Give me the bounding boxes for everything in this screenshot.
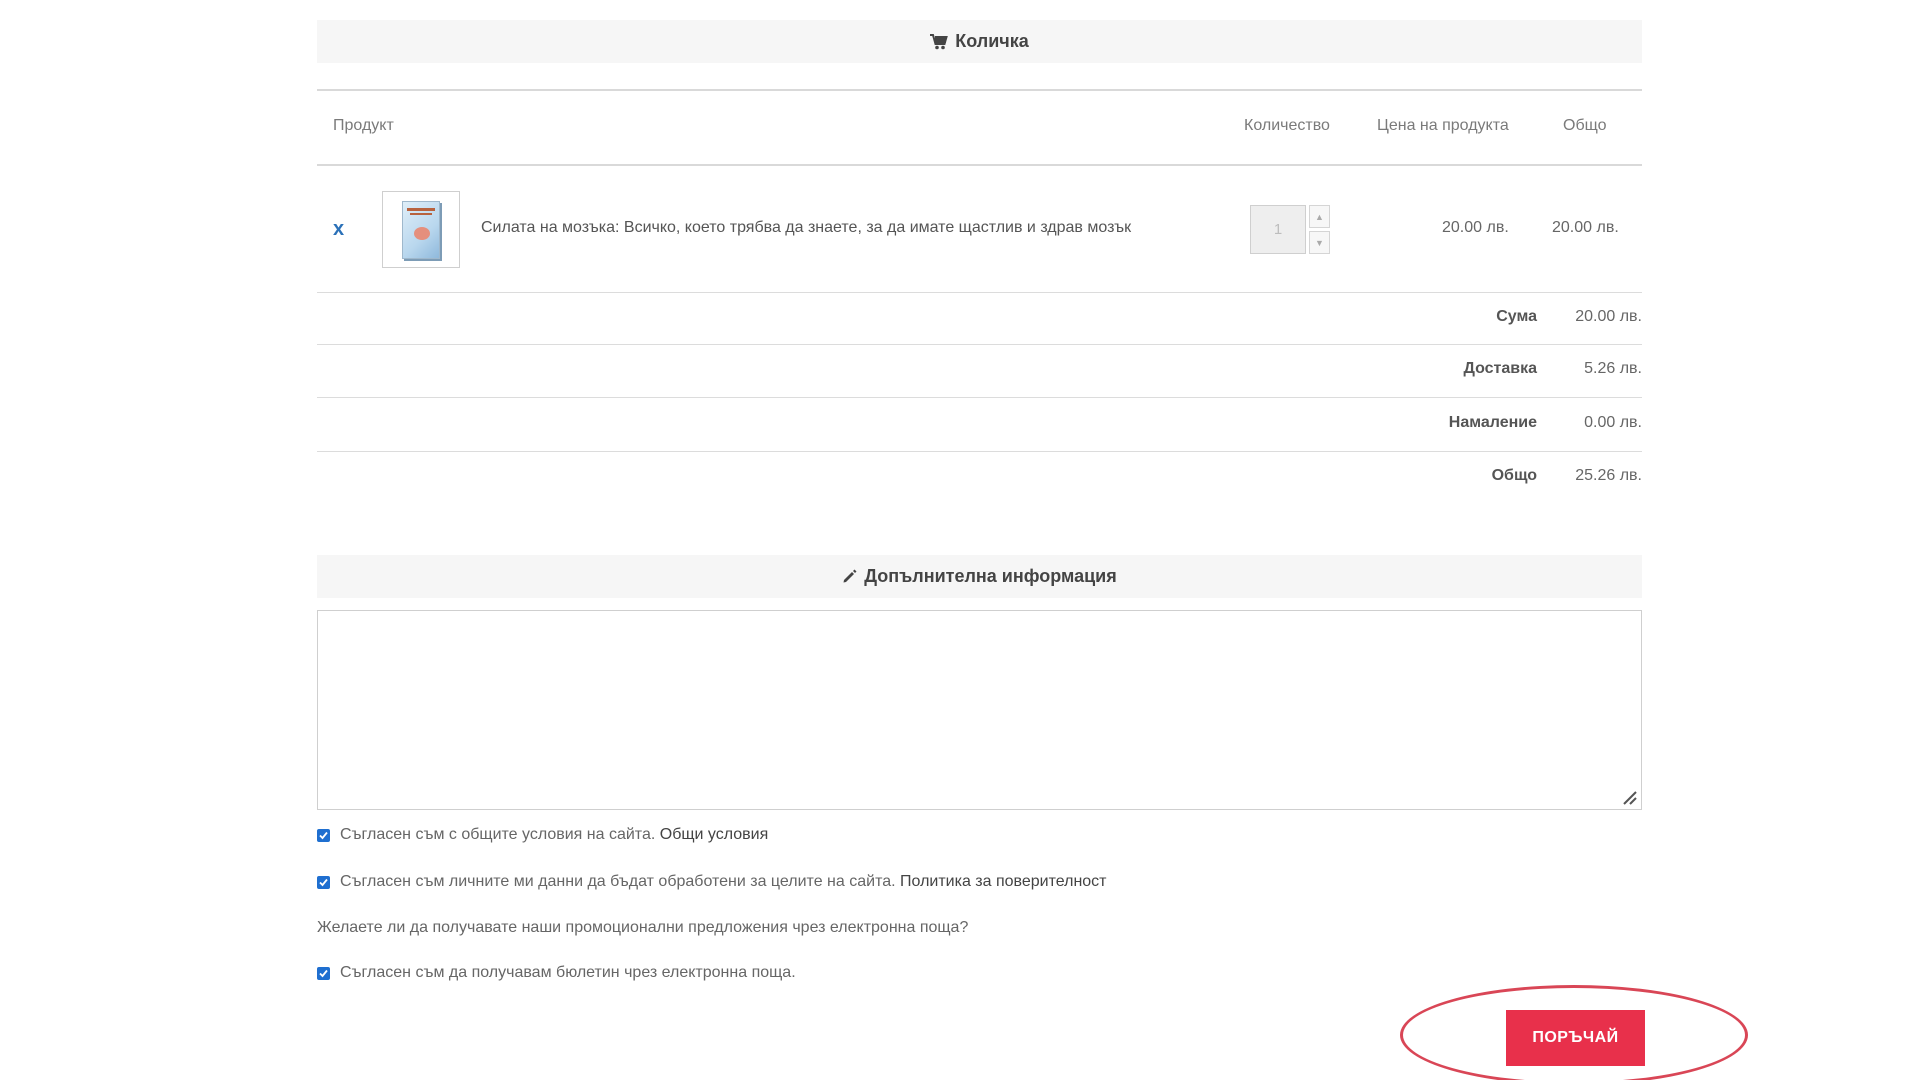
newsletter-question: Желаете ли да получавате наши промоциона… (317, 919, 969, 936)
checkout-page: Количка Продукт Количество Цена на проду… (317, 0, 1642, 1080)
product-thumbnail[interactable] (382, 191, 460, 268)
chevron-up-icon[interactable]: ▲ (1309, 205, 1330, 228)
total-label: Общо (1491, 467, 1537, 484)
column-product: Продукт (333, 117, 394, 134)
check-icon (319, 831, 328, 839)
additional-info-header: Допълнителна информация (317, 555, 1642, 598)
cart-header: Количка (317, 20, 1642, 63)
privacy-link[interactable]: Политика за поверителност (900, 873, 1107, 890)
quantity-stepper[interactable]: 1 ▲ ▼ (1250, 205, 1330, 254)
quantity-input[interactable]: 1 (1250, 205, 1306, 254)
divider (317, 397, 1642, 398)
divider (317, 164, 1642, 166)
column-quantity: Количество (1244, 117, 1330, 134)
subtotal-label: Сума (1496, 308, 1537, 325)
notes-field[interactable] (317, 610, 1642, 810)
item-total: 20.00 лв. (1552, 219, 1619, 236)
total-value: 25.26 лв. (1575, 467, 1642, 484)
shipping-label: Доставка (1463, 360, 1537, 377)
terms-consent[interactable]: Съгласен съм с общите условия на сайта. … (317, 826, 768, 844)
privacy-consent[interactable]: Съгласен съм личните ми данни да бъдат о… (317, 873, 1107, 891)
terms-text: Съгласен съм с общите условия на сайта. (340, 826, 656, 843)
newsletter-text: Съгласен съм да получавам бюлетин чрез е… (340, 964, 796, 981)
remove-item-button[interactable]: x (333, 218, 344, 241)
cart-title: Количка (955, 31, 1029, 51)
divider (317, 292, 1642, 293)
product-name-link[interactable]: Силата на мозъка: Всичко, което трябва д… (481, 219, 1131, 237)
check-icon (319, 969, 328, 977)
discount-value: 0.00 лв. (1584, 414, 1642, 431)
subtotal-value: 20.00 лв. (1575, 308, 1642, 325)
divider (317, 451, 1642, 452)
additional-info-title: Допълнителна информация (864, 566, 1117, 586)
book-cover-image (402, 200, 440, 259)
column-total: Общо (1563, 117, 1607, 134)
pencil-icon (842, 569, 857, 584)
terms-link[interactable]: Общи условия (660, 826, 769, 843)
discount-label: Намаление (1448, 414, 1537, 431)
newsletter-checkbox[interactable] (317, 966, 330, 980)
item-price: 20.00 лв. (1442, 219, 1509, 236)
resize-handle-icon[interactable] (1620, 788, 1638, 806)
divider (317, 344, 1642, 345)
divider (317, 89, 1642, 91)
chevron-down-icon[interactable]: ▼ (1309, 231, 1330, 254)
newsletter-consent[interactable]: Съгласен съм да получавам бюлетин чрез е… (317, 964, 796, 982)
check-icon (319, 878, 328, 886)
shipping-value: 5.26 лв. (1584, 360, 1642, 377)
terms-checkbox[interactable] (317, 828, 330, 842)
cart-icon (930, 33, 949, 50)
privacy-checkbox[interactable] (317, 875, 330, 889)
order-button[interactable]: ПОРЪЧАЙ (1506, 1010, 1645, 1066)
privacy-text: Съгласен съм личните ми данни да бъдат о… (340, 873, 896, 890)
notes-textarea[interactable] (318, 611, 1641, 809)
column-price: Цена на продукта (1377, 117, 1509, 134)
